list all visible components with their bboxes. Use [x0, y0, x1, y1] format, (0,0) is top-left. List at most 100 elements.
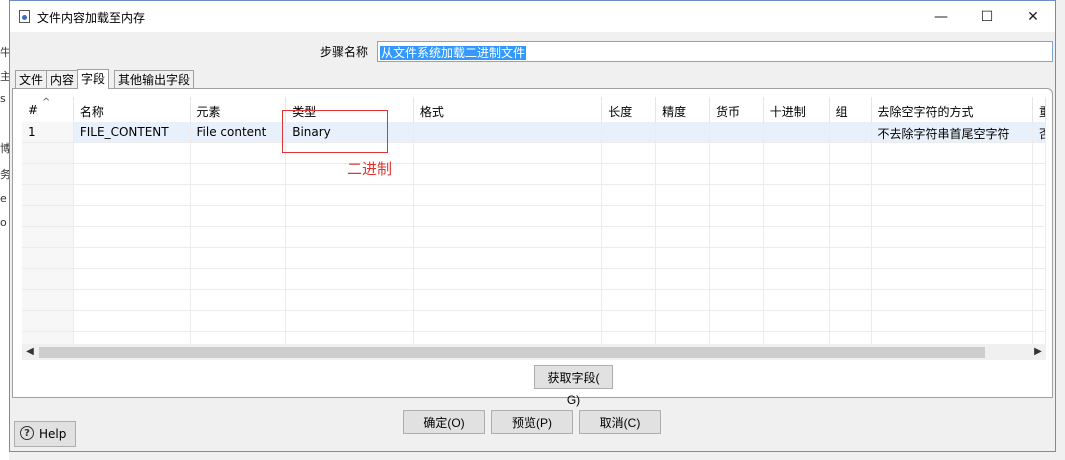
table-cell[interactable]: [22, 143, 74, 164]
table-cell[interactable]: [286, 248, 414, 269]
close-button[interactable]: ✕: [1010, 1, 1056, 32]
table-cell[interactable]: [286, 332, 414, 344]
column-header[interactable]: 十进制: [764, 97, 830, 122]
fields-table[interactable]: #^名称元素类型格式长度精度货币十进制组去除空字符的方式重 1FILE_CONT…: [22, 97, 1046, 344]
table-row[interactable]: 1 FILE_CONTENT File content Binary 不去除字符串首尾空…: [22, 122, 1046, 143]
table-cell[interactable]: [709, 185, 764, 206]
table-cell[interactable]: [656, 143, 710, 164]
table-cell[interactable]: [73, 206, 191, 227]
table-cell[interactable]: [73, 269, 191, 290]
table-cell[interactable]: [1033, 248, 1046, 269]
table-cell[interactable]: [871, 290, 1033, 311]
table-cell[interactable]: [73, 164, 191, 185]
table-cell[interactable]: [709, 248, 764, 269]
table-cell[interactable]: [190, 185, 287, 206]
table-cell[interactable]: [413, 248, 603, 269]
get-fields-button[interactable]: 获取字段( G): [534, 365, 613, 407]
table-cell[interactable]: [190, 248, 287, 269]
scroll-left-icon[interactable]: ◀: [22, 344, 38, 360]
table-row[interactable]: [22, 185, 1046, 206]
table-row[interactable]: [22, 227, 1046, 248]
table-cell[interactable]: [710, 332, 764, 344]
table-cell[interactable]: [286, 290, 414, 311]
table-cell[interactable]: [190, 143, 287, 164]
table-row[interactable]: [22, 206, 1046, 227]
table-cell[interactable]: [413, 269, 603, 290]
tab-fields[interactable]: 字段: [77, 69, 110, 89]
table-row[interactable]: [22, 143, 1046, 164]
column-header[interactable]: 精度: [656, 97, 710, 122]
table-cell[interactable]: [602, 311, 657, 332]
table-cell[interactable]: [1033, 311, 1046, 332]
table-cell[interactable]: [602, 290, 657, 311]
table-cell[interactable]: [190, 164, 287, 185]
table-cell[interactable]: [602, 269, 657, 290]
table-cell[interactable]: [73, 185, 191, 206]
table-cell[interactable]: [190, 269, 287, 290]
column-header[interactable]: 名称: [74, 97, 191, 122]
table-cell[interactable]: [829, 248, 872, 269]
table-cell[interactable]: [1033, 164, 1046, 185]
preview-button[interactable]: 预览(P): [491, 410, 573, 434]
table-cell[interactable]: FILE_CONTENT: [73, 122, 191, 143]
table-cell[interactable]: [286, 269, 414, 290]
table-cell[interactable]: [22, 332, 74, 344]
table-cell[interactable]: [413, 185, 603, 206]
table-cell[interactable]: [22, 227, 74, 248]
table-cell[interactable]: [22, 248, 74, 269]
table-cell[interactable]: [413, 311, 603, 332]
maximize-button[interactable]: ☐: [964, 1, 1010, 32]
table-cell[interactable]: [709, 143, 764, 164]
column-header[interactable]: 去除空字符的方式: [872, 97, 1033, 122]
table-cell[interactable]: [709, 290, 764, 311]
column-header[interactable]: 重: [1033, 97, 1046, 122]
table-cell[interactable]: [190, 206, 287, 227]
table-cell[interactable]: [763, 185, 830, 206]
table-row[interactable]: [22, 269, 1046, 290]
table-cell[interactable]: [602, 164, 657, 185]
table-cell[interactable]: [286, 311, 414, 332]
table-cell[interactable]: [829, 185, 872, 206]
table-cell[interactable]: [190, 311, 287, 332]
table-cell[interactable]: [763, 164, 830, 185]
table-cell[interactable]: [656, 269, 710, 290]
table-cell[interactable]: [829, 311, 872, 332]
table-cell[interactable]: [1033, 185, 1046, 206]
table-cell[interactable]: [656, 227, 710, 248]
table-row[interactable]: [22, 332, 1046, 344]
table-cell[interactable]: [602, 248, 657, 269]
table-cell[interactable]: [656, 185, 710, 206]
table-cell[interactable]: [872, 332, 1033, 344]
table-cell[interactable]: [709, 269, 764, 290]
column-header[interactable]: # ^: [22, 97, 74, 122]
step-name-input[interactable]: 从文件系统加载二进制文件: [377, 41, 1053, 62]
table-cell[interactable]: [1033, 290, 1046, 311]
table-cell[interactable]: [763, 269, 830, 290]
tab-file[interactable]: 文件: [15, 70, 48, 89]
table-cell[interactable]: [286, 206, 414, 227]
table-cell[interactable]: [1033, 143, 1046, 164]
table-cell[interactable]: [829, 143, 872, 164]
tab-other-output-fields[interactable]: 其他输出字段: [114, 70, 195, 89]
table-cell[interactable]: [709, 122, 764, 143]
table-cell[interactable]: [602, 227, 657, 248]
table-cell[interactable]: [602, 122, 657, 143]
table-cell[interactable]: [413, 227, 603, 248]
table-cell[interactable]: [829, 227, 872, 248]
table-cell[interactable]: [763, 290, 830, 311]
table-cell[interactable]: [709, 206, 764, 227]
table-cell[interactable]: [829, 290, 872, 311]
table-cell[interactable]: [602, 206, 657, 227]
table-cell[interactable]: [73, 143, 191, 164]
column-header[interactable]: 货币: [710, 97, 764, 122]
column-header[interactable]: 组: [830, 97, 872, 122]
title-bar[interactable]: 文件内容加载至内存 — ☐ ✕: [10, 1, 1055, 32]
table-cell[interactable]: [764, 332, 830, 344]
table-cell[interactable]: [1033, 227, 1046, 248]
table-cell[interactable]: [763, 143, 830, 164]
table-cell[interactable]: [709, 227, 764, 248]
table-row[interactable]: [22, 164, 1046, 185]
minimize-button[interactable]: —: [918, 1, 964, 32]
help-button[interactable]: ? Help: [14, 421, 76, 447]
table-row[interactable]: [22, 290, 1046, 311]
